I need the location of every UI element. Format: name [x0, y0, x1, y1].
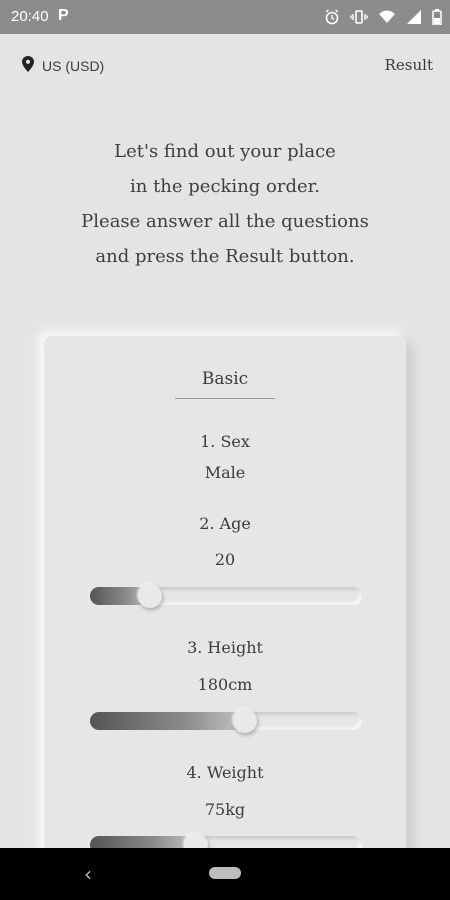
currency-selector[interactable]: US (USD): [22, 56, 104, 76]
question-sex-label: 1. Sex: [200, 432, 250, 451]
back-icon[interactable]: ‹: [84, 862, 92, 886]
section-divider: [175, 398, 275, 399]
intro-line: and press the Result button.: [95, 246, 355, 267]
height-slider[interactable]: [90, 709, 362, 733]
section-title: Basic: [201, 369, 249, 389]
location-pin-icon: [22, 56, 34, 76]
intro-text: Let's find out your place in the pecking…: [0, 134, 450, 274]
height-value: 180cm: [197, 675, 253, 694]
question-weight-label: 4. Weight: [186, 763, 264, 782]
signal-icon: [406, 9, 422, 25]
question-age-label: 2. Age: [199, 514, 251, 533]
system-nav-bar: ‹: [0, 848, 450, 900]
vibrate-icon: [350, 9, 368, 25]
intro-line: Let's find out your place: [114, 141, 336, 162]
age-slider[interactable]: [90, 584, 362, 608]
battery-icon: [432, 9, 442, 25]
status-icons: [324, 7, 442, 27]
status-bar: 20:40 P: [0, 0, 450, 34]
status-time: 20:40: [11, 8, 49, 25]
intro-line: Please answer all the questions: [81, 211, 369, 232]
wifi-icon: [378, 9, 396, 25]
intro-line: in the pecking order.: [130, 176, 320, 197]
questions-card: Basic 1. Sex Male 2. Age 20 3. Height 18…: [44, 336, 406, 896]
currency-label: US (USD): [42, 58, 105, 74]
height-slider-thumb[interactable]: [233, 709, 258, 733]
home-pill-icon[interactable]: [209, 867, 241, 879]
height-slider-fill: [90, 712, 246, 730]
question-height-label: 3. Height: [187, 638, 263, 657]
parking-app-icon: P: [58, 7, 69, 24]
sex-value[interactable]: Male: [44, 463, 406, 482]
result-button[interactable]: Result: [385, 56, 433, 74]
weight-value: 75kg: [204, 800, 246, 819]
alarm-icon: [324, 9, 340, 25]
age-value: 20: [214, 550, 236, 569]
age-slider-thumb[interactable]: [137, 584, 162, 608]
